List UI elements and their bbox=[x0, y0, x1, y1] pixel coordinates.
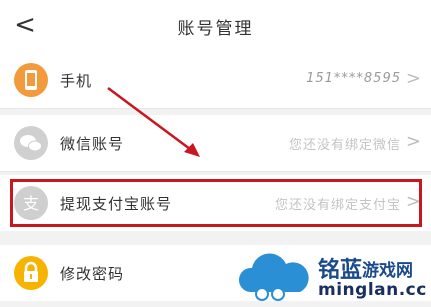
watermark-game: 游戏网 bbox=[362, 261, 413, 281]
watermark-domain: minglan.cc bbox=[318, 280, 427, 300]
watermark-logo-icon bbox=[238, 253, 309, 301]
